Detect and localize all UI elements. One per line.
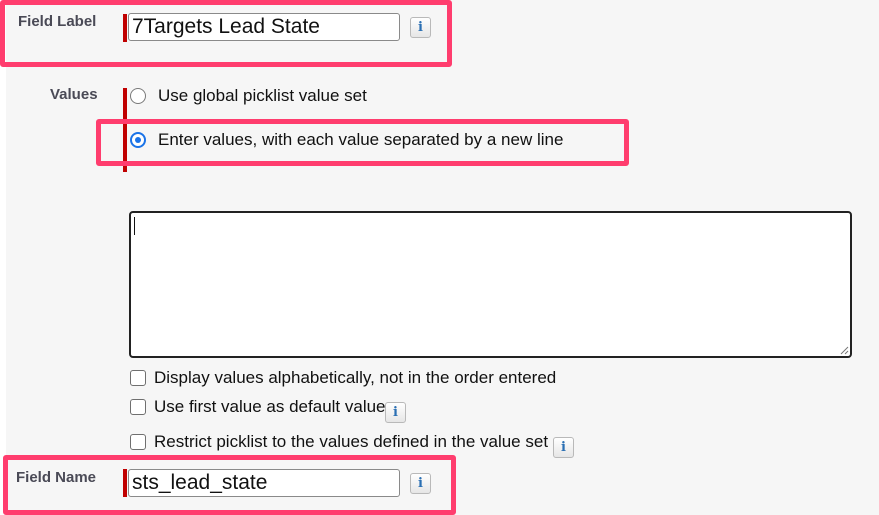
global-picklist-radio[interactable] (130, 88, 146, 104)
default-value-checkbox-label: Use first value as default value (154, 397, 386, 416)
values-required-indicator (123, 88, 127, 172)
field-name-required-indicator (123, 469, 127, 497)
field-name-input[interactable] (128, 469, 400, 497)
enter-values-radio[interactable] (130, 132, 146, 148)
enter-values-option-label: Enter values, with each value separated … (158, 130, 564, 149)
text-caret (134, 217, 135, 235)
restrict-picklist-checkbox[interactable] (130, 434, 146, 450)
values-textarea[interactable] (129, 211, 852, 358)
alphabetical-checkbox[interactable] (130, 370, 146, 386)
field-name-label: Field Name (16, 469, 97, 486)
default-value-info-icon[interactable]: i (385, 402, 406, 423)
restrict-picklist-checkbox-label: Restrict picklist to the values defined … (154, 432, 549, 451)
field-label-label: Field Label (18, 13, 97, 30)
left-margin (0, 0, 6, 515)
field-label-input[interactable] (128, 13, 400, 41)
field-name-info-icon[interactable]: i (410, 473, 431, 494)
global-picklist-option-label: Use global picklist value set (158, 86, 367, 105)
default-value-checkbox[interactable] (130, 399, 146, 415)
alphabetical-checkbox-label: Display values alphabetically, not in th… (154, 368, 557, 387)
restrict-picklist-info-icon[interactable]: i (553, 437, 574, 458)
required-indicator (123, 14, 127, 42)
resize-grip-icon[interactable] (840, 346, 849, 355)
field-label-info-icon[interactable]: i (410, 17, 431, 38)
values-label: Values (50, 86, 98, 103)
